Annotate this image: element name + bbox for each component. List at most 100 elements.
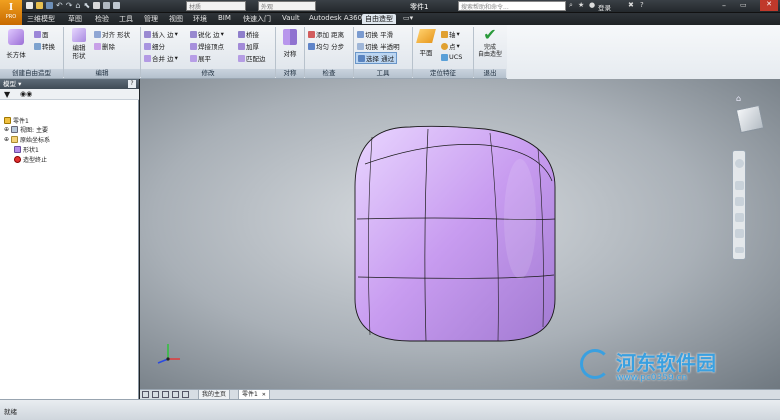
tab-environments[interactable]: 环境 (193, 14, 207, 24)
material-dropdown[interactable]: 材质 (186, 1, 246, 11)
uniform-distribute-button[interactable]: 均匀 分步 (308, 41, 344, 51)
freeform-shape[interactable] (140, 79, 780, 389)
axis-button[interactable]: 轴 ▾ (441, 29, 460, 39)
crease-edge-button[interactable]: 锐化 边 ▾ (190, 29, 224, 39)
modify-panel-label: 修改 (141, 69, 275, 78)
ribbon-options-icon[interactable]: ▭▾ (403, 14, 413, 22)
help-search-input[interactable]: 搜索帮助和命令... (458, 1, 566, 11)
viewcube[interactable] (735, 104, 765, 134)
select-icon[interactable]: ⬉ (83, 2, 90, 11)
viewcube-home-icon[interactable]: ⌂ (736, 94, 741, 103)
browser-title[interactable]: 模型 (3, 80, 16, 88)
insert-edge-button[interactable]: 插入 边 ▾ (144, 29, 178, 39)
tab-vault[interactable]: Vault (282, 14, 300, 22)
tree-item-origin[interactable]: ⊕ 原始坐标系 (4, 135, 50, 144)
toggle-smooth-button[interactable]: 切换 平滑 (357, 29, 393, 39)
minimize-icon[interactable]: – (722, 1, 726, 10)
tree-item-form[interactable]: 形状1 (14, 145, 39, 154)
thicken-icon (238, 42, 245, 50)
tab-layout-icon[interactable] (182, 391, 189, 398)
finish-label: 完成 自由造型 (477, 44, 502, 58)
tab-sketch[interactable]: 草图 (68, 14, 82, 24)
update-icon[interactable] (93, 2, 101, 9)
weld-vertex-button[interactable]: 焊接顶点 (190, 41, 224, 51)
search-placeholder: 搜索帮助和命令... (461, 4, 509, 11)
tab-3d-model[interactable]: 三维模型 (27, 14, 55, 24)
box-button[interactable]: 长方体 (3, 27, 29, 67)
user-icon[interactable]: ● (589, 1, 595, 9)
filter-icon[interactable]: ▼ (4, 90, 10, 99)
tab-layout-icon[interactable] (162, 391, 169, 398)
thicken-button[interactable]: 加厚 (238, 41, 259, 51)
close-icon[interactable]: ✕ (760, 0, 778, 11)
graphics-viewport[interactable]: ⌂ 河东软件园 www.pc0359.cn (140, 79, 780, 389)
exchange-icon[interactable]: ✖ (628, 1, 634, 9)
measure-icon[interactable] (103, 2, 111, 9)
appearance-dropdown[interactable]: 外观 (258, 1, 316, 11)
watermark-url: www.pc0359.cn (616, 373, 688, 383)
save-icon[interactable] (46, 2, 53, 9)
tree-item-view[interactable]: ⊕ 视图: 主要 (4, 125, 48, 134)
expand-icon[interactable]: ⊕ (4, 126, 9, 133)
search-icon[interactable]: ⌕ (569, 1, 573, 10)
match-edge-icon (238, 54, 245, 62)
tab-tools[interactable]: 工具 (119, 14, 133, 24)
tree-item-part[interactable]: 零件1 (4, 116, 29, 125)
delete-icon (94, 42, 101, 50)
orbit-icon[interactable] (735, 213, 744, 222)
tab-inspect[interactable]: 检验 (95, 14, 109, 24)
crease-label: 锐化 边 (198, 31, 220, 39)
bridge-button[interactable]: 桥接 (238, 29, 259, 39)
undo-icon[interactable]: ↶ (56, 2, 63, 11)
tab-manage[interactable]: 管理 (144, 14, 158, 24)
align-form-button[interactable]: 对齐 形状 (94, 29, 130, 39)
zoom-icon[interactable] (735, 197, 744, 206)
convert-button[interactable]: 转换 (34, 41, 55, 51)
redo-icon[interactable]: ↷ (66, 2, 73, 11)
plane-label: 平面 (419, 49, 433, 57)
edit-form-button[interactable]: 编辑 形状 (67, 27, 91, 67)
favorites-icon[interactable]: ★ (578, 1, 584, 9)
expand-icon[interactable]: ⊕ (4, 136, 9, 143)
ucs-button[interactable]: UCS (441, 53, 462, 61)
match-edge-button[interactable]: 匹配边 (238, 53, 266, 63)
flatten-button[interactable]: 展平 (190, 53, 211, 63)
maximize-icon[interactable]: ▭ (740, 1, 747, 9)
merge-edge-button[interactable]: 合并 边 ▾ (144, 53, 178, 63)
print-icon[interactable] (113, 2, 121, 9)
subdivide-button[interactable]: 细分 (144, 41, 165, 51)
toggle-transparent-button[interactable]: 切换 半透明 (357, 41, 400, 51)
help-icon[interactable]: ? (640, 1, 644, 9)
face-button[interactable]: 面 (34, 29, 49, 39)
tab-bim[interactable]: BIM (218, 14, 231, 22)
close-tab-icon[interactable]: ✕ (262, 392, 266, 398)
tab-view[interactable]: 视图 (169, 14, 183, 24)
toggle-smooth-label: 切换 平滑 (365, 31, 394, 39)
tab-get-started[interactable]: 快速入门 (243, 14, 271, 24)
tab-layout-icon[interactable] (142, 391, 149, 398)
login-link[interactable]: 登录 (598, 2, 611, 12)
finish-freeform-button[interactable]: ✔ 完成 自由造型 (476, 26, 504, 68)
tab-layout-icon[interactable] (172, 391, 179, 398)
navbar-options-icon[interactable] (735, 247, 744, 253)
plane-button[interactable]: 平面 (415, 27, 437, 67)
new-icon[interactable] (26, 2, 33, 9)
home-icon[interactable]: ⌂ (75, 2, 80, 11)
tree-item-end[interactable]: 造型终止 (14, 155, 47, 164)
status-bar: 就绪 (0, 399, 780, 420)
find-icon[interactable]: ◉◉ (20, 90, 32, 98)
tab-layout-icon[interactable] (152, 391, 159, 398)
point-button[interactable]: 点 ▾ (441, 41, 460, 51)
select-through-button[interactable]: 选择 通过 (355, 52, 398, 64)
look-at-icon[interactable] (735, 229, 744, 238)
add-distance-button[interactable]: 添加 距离 (308, 29, 344, 39)
open-icon[interactable] (36, 2, 43, 9)
tab-a360[interactable]: Autodesk A360 (309, 14, 362, 22)
pan-icon[interactable] (735, 181, 744, 190)
symmetry-button[interactable]: 对称 (279, 27, 301, 67)
delete-button[interactable]: 删除 (94, 41, 115, 51)
browser-help-icon[interactable]: ? (128, 80, 136, 88)
tab-freeform[interactable]: 自由造型 (362, 14, 396, 24)
steering-wheel-icon[interactable] (735, 159, 744, 168)
app-menu-button[interactable]: I PRO (0, 0, 22, 25)
